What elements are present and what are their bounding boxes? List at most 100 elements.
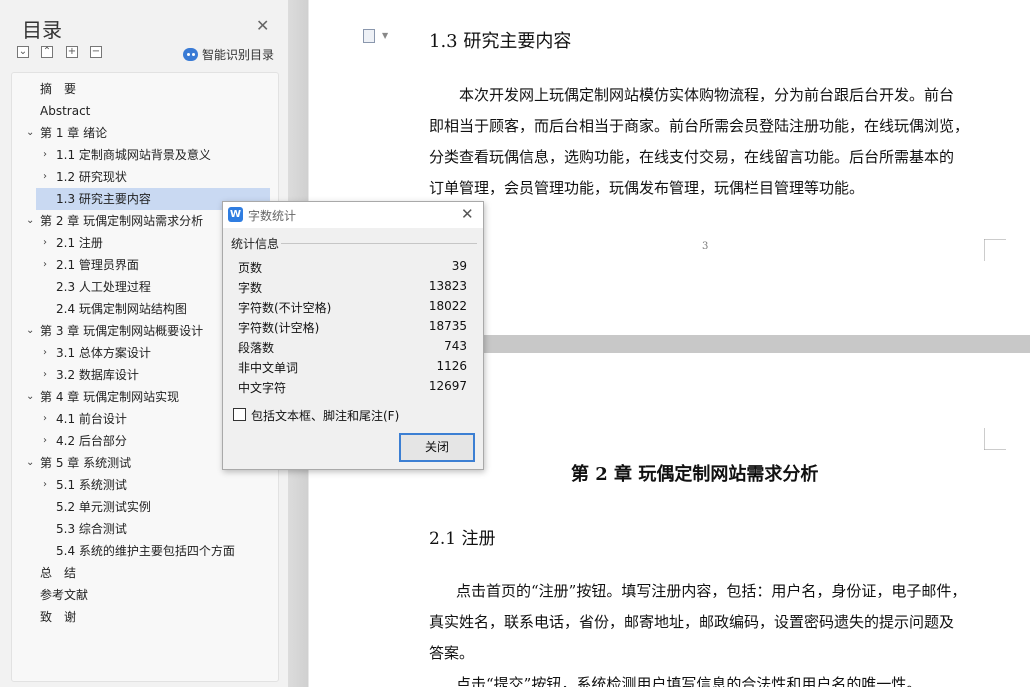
toc-item-label: 第 1 章 绪论 <box>40 126 108 140</box>
toc-item[interactable]: 第 2 章 玩偶定制网站需求分析 <box>40 210 203 232</box>
toc-item[interactable]: 总 结 <box>40 562 76 584</box>
toc-item[interactable]: 4.2 后台部分 <box>56 430 127 452</box>
toc-item-label: 参考文献 <box>40 588 89 602</box>
stat-value: 18022 <box>428 299 467 313</box>
toc-item-label: 2.4 玩偶定制网站结构图 <box>56 302 187 316</box>
chevron-right-icon[interactable]: › <box>43 474 47 496</box>
dialog-title: 字数统计 <box>248 209 297 223</box>
section-heading: 1.3 研究主要内容 <box>429 31 572 52</box>
toc-item-label: 5.4 系统的维护主要包括四个方面 <box>56 544 235 558</box>
toc-item-label: 3.2 数据库设计 <box>56 368 139 382</box>
stat-label: 非中文单词 <box>238 361 299 375</box>
chevron-down-icon[interactable]: ⌄ <box>26 386 34 408</box>
chevron-down-icon[interactable]: ⌄ <box>26 122 34 144</box>
add-item-icon[interactable]: + <box>66 46 78 58</box>
close-button[interactable]: 关闭 <box>399 433 475 462</box>
smart-toc-button[interactable]: 智能识别目录 <box>183 46 274 63</box>
toc-item-label: 第 3 章 玩偶定制网站概要设计 <box>40 324 204 338</box>
toc-item-label: 2.1 管理员界面 <box>56 258 139 272</box>
chevron-right-icon[interactable]: › <box>43 166 47 188</box>
toc-item[interactable]: 5.2 单元测试实例 <box>56 496 151 518</box>
stat-value: 743 <box>444 339 467 353</box>
stat-label: 字符数(计空格) <box>238 321 320 335</box>
toc-item-label: 第 4 章 玩偶定制网站实现 <box>40 390 180 404</box>
toc-item[interactable]: 1.2 研究现状 <box>56 166 127 188</box>
toc-item-label: 1.2 研究现状 <box>56 170 127 184</box>
chevron-down-icon[interactable]: ⌄ <box>26 210 34 232</box>
toc-item[interactable]: 5.3 综合测试 <box>56 518 127 540</box>
toc-item-label: 3.1 总体方案设计 <box>56 346 151 360</box>
toc-item-label: 总 结 <box>40 566 77 580</box>
toc-item-label: 第 5 章 系统测试 <box>40 456 132 470</box>
chapter-heading: 第 2 章 玩偶定制网站需求分析 <box>571 464 819 485</box>
chevron-right-icon[interactable]: › <box>43 342 47 364</box>
toc-item[interactable]: Abstract <box>40 100 90 122</box>
paragraph-line: 分类查看玩偶信息，选购功能，在线支付交易，在线留言功能。后台所需基本的 <box>429 148 955 166</box>
stat-label: 段落数 <box>238 341 275 355</box>
toc-item-label: 5.1 系统测试 <box>56 478 127 492</box>
chevron-down-icon[interactable]: ▼ <box>382 31 388 40</box>
stat-value: 12697 <box>428 379 467 393</box>
chevron-down-icon[interactable]: ⌄ <box>26 320 34 342</box>
robot-icon <box>183 48 198 61</box>
paragraph-line: 点击“提交”按钮，系统检测用户填写信息的合法性和用户名的唯一性。 <box>456 675 922 687</box>
dialog-titlebar[interactable]: W 字数统计 ✕ <box>223 202 483 228</box>
expand-level-icon[interactable]: ⌃ <box>41 46 53 58</box>
toc-item[interactable]: 2.3 人工处理过程 <box>56 276 151 298</box>
page-number: 3 <box>702 241 709 252</box>
toc-item-label: 2.3 人工处理过程 <box>56 280 151 294</box>
chevron-right-icon[interactable]: › <box>43 144 47 166</box>
toc-item-label: 致 谢 <box>40 610 77 624</box>
smart-toc-label: 智能识别目录 <box>202 48 275 62</box>
toc-item[interactable]: 5.4 系统的维护主要包括四个方面 <box>56 540 235 562</box>
toc-item[interactable]: 2.1 管理员界面 <box>56 254 139 276</box>
stat-value: 1126 <box>436 359 467 373</box>
toc-item[interactable]: 1.1 定制商城网站背景及意义 <box>56 144 211 166</box>
toc-item[interactable]: 3.2 数据库设计 <box>56 364 139 386</box>
toc-item[interactable]: 第 4 章 玩偶定制网站实现 <box>40 386 179 408</box>
toc-item[interactable]: 摘 要 <box>40 78 76 100</box>
remove-item-icon[interactable]: − <box>90 46 102 58</box>
chevron-right-icon[interactable]: › <box>43 408 47 430</box>
chevron-down-icon[interactable]: ⌄ <box>26 452 34 474</box>
close-icon[interactable]: ✕ <box>461 205 474 223</box>
toc-item[interactable]: 5.1 系统测试 <box>56 474 127 496</box>
toc-item[interactable]: 2.1 注册 <box>56 232 103 254</box>
toc-item-label: Abstract <box>40 104 91 118</box>
word-count-dialog: W 字数统计 ✕ 统计信息 页数 39 字数 13823 字符数(不计空格) 1… <box>222 201 484 470</box>
stat-label: 字符数(不计空格) <box>238 301 332 315</box>
chevron-right-icon[interactable]: › <box>43 364 47 386</box>
section-label: 统计信息 <box>231 237 280 251</box>
collapse-level-icon[interactable]: ⌄ <box>17 46 29 58</box>
page-corner-mark <box>984 239 1006 261</box>
wps-writer-icon: W <box>228 207 243 222</box>
toc-item-label: 2.1 注册 <box>56 236 103 250</box>
divider <box>281 243 477 244</box>
section-heading: 2.1 注册 <box>429 529 496 549</box>
toc-item[interactable]: 2.4 玩偶定制网站结构图 <box>56 298 187 320</box>
paragraph-line: 点击首页的“注册”按钮。填写注册内容，包括：用户名，身份证，电子邮件， <box>456 582 967 600</box>
page-corner-mark <box>984 428 1006 450</box>
include-textbox-checkbox[interactable] <box>233 408 246 421</box>
toc-item[interactable]: 参考文献 <box>40 584 88 606</box>
chevron-right-icon[interactable]: › <box>43 430 47 452</box>
toc-item-label: 5.3 综合测试 <box>56 522 127 536</box>
toc-item[interactable]: 4.1 前台设计 <box>56 408 127 430</box>
toc-close-icon[interactable]: ✕ <box>256 16 269 35</box>
stat-value: 13823 <box>428 279 467 293</box>
chevron-right-icon[interactable]: › <box>43 232 47 254</box>
document-icon[interactable] <box>363 29 375 43</box>
paragraph-line: 答案。 <box>429 644 475 662</box>
toc-item[interactable]: 第 5 章 系统测试 <box>40 452 131 474</box>
toc-item-label: 摘 要 <box>40 82 77 96</box>
toc-item-label: 1.1 定制商城网站背景及意义 <box>56 148 211 162</box>
toc-item-label: 4.2 后台部分 <box>56 434 127 448</box>
toc-item-label: 5.2 单元测试实例 <box>56 500 151 514</box>
toc-item-label: 1.3 研究主要内容 <box>56 192 151 206</box>
toc-item[interactable]: 第 1 章 绪论 <box>40 122 107 144</box>
chevron-right-icon[interactable]: › <box>43 254 47 276</box>
toc-item[interactable]: 3.1 总体方案设计 <box>56 342 151 364</box>
toc-item[interactable]: 第 3 章 玩偶定制网站概要设计 <box>40 320 203 342</box>
stat-label: 页数 <box>238 261 263 275</box>
toc-item[interactable]: 致 谢 <box>40 606 76 628</box>
